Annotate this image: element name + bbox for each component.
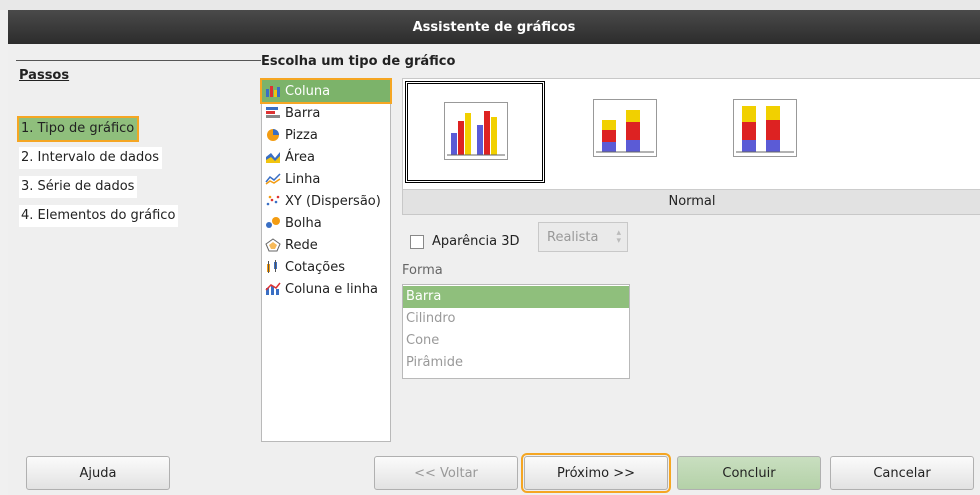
chart-type-label: XY (Dispersão): [285, 193, 381, 209]
variant-percent-stacked[interactable]: [693, 81, 833, 183]
shape-title: Forma: [402, 263, 443, 278]
variant-stacked[interactable]: [553, 81, 693, 183]
shape-item-bar[interactable]: Barra: [403, 286, 629, 308]
cancel-button[interactable]: Cancelar: [830, 456, 974, 490]
chart-type-label: Bolha: [285, 215, 322, 231]
chart-type-label: Área: [285, 149, 315, 165]
stacked-column-thumbnail: [593, 99, 657, 157]
step-chart-elements[interactable]: 4. Elementos do gráfico: [19, 205, 179, 227]
variant-name: Normal: [403, 189, 980, 214]
spin-arrows-icon: ▴ ▾: [616, 228, 621, 246]
pie-chart-icon: [267, 129, 279, 141]
normal-column-icon: [447, 111, 505, 156]
appearance-3d-label: Aparência 3D: [432, 234, 520, 249]
steps-title: Passos: [19, 68, 70, 83]
chart-type-area[interactable]: Área: [262, 146, 390, 168]
chart-type-scatter[interactable]: XY (Dispersão): [262, 190, 390, 212]
step-data-range[interactable]: 2. Intervalo de dados: [19, 147, 162, 169]
chart-type-bubble[interactable]: Bolha: [262, 212, 390, 234]
appearance-3d-style-value: Realista: [547, 229, 599, 245]
chart-type-list: Coluna Barra Pizza Área Linha XY (Disper…: [260, 78, 392, 442]
chart-type-title: Escolha um tipo de gráfico: [261, 54, 456, 69]
column-line-chart-icon: [265, 282, 281, 295]
scatter-chart-icon: [266, 195, 280, 206]
chart-type-label: Rede: [285, 237, 318, 253]
stacked-column-icon: [596, 110, 654, 153]
line-chart-icon: [265, 173, 281, 185]
shape-item-pyramid[interactable]: Pirâmide: [403, 352, 629, 374]
normal-column-thumbnail: [444, 102, 508, 160]
variant-normal[interactable]: [405, 81, 545, 183]
percent-stacked-column-icon: [736, 106, 794, 153]
chart-type-label: Barra: [285, 105, 321, 121]
appearance-3d-checkbox[interactable]: Aparência 3D: [410, 234, 520, 249]
step-data-series[interactable]: 3. Série de dados: [19, 176, 138, 198]
chart-type-label: Coluna: [285, 83, 331, 99]
dialog-titlebar: Assistente de gráficos: [8, 10, 980, 44]
chart-type-line[interactable]: Linha: [262, 168, 390, 190]
stock-chart-icon: [267, 260, 277, 273]
percent-stacked-column-thumbnail: [733, 99, 797, 157]
shape-item-cylinder[interactable]: Cilindro: [403, 308, 629, 330]
chart-type-pie[interactable]: Pizza: [262, 124, 390, 146]
chart-type-net[interactable]: Rede: [262, 234, 390, 256]
chart-type-column-line[interactable]: Coluna e linha: [262, 278, 390, 300]
top-strip: [0, 0, 980, 10]
dialog-title: Assistente de gráficos: [412, 19, 576, 35]
step-chart-type[interactable]: 1. Tipo de gráfico: [16, 116, 140, 142]
chart-type-label: Pizza: [285, 127, 318, 143]
finish-button[interactable]: Concluir: [677, 456, 821, 490]
shape-list: Barra Cilindro Cone Pirâmide: [402, 284, 630, 379]
back-button[interactable]: << Voltar: [374, 456, 518, 490]
chart-type-label: Coluna e linha: [285, 281, 379, 297]
shape-item-cone[interactable]: Cone: [403, 330, 629, 352]
chart-wizard-dialog: Passos 1. Tipo de gráfico 2. Intervalo d…: [8, 44, 980, 495]
area-chart-icon: [266, 152, 280, 163]
net-chart-icon: [265, 238, 281, 252]
next-button[interactable]: Próximo >>: [521, 453, 671, 493]
chart-type-stock[interactable]: Cotações: [262, 256, 390, 278]
appearance-3d-style-select[interactable]: Realista ▴ ▾: [538, 222, 628, 252]
chart-variant-panel: Normal: [402, 78, 980, 215]
chart-type-label: Cotações: [285, 259, 345, 275]
chart-type-label: Linha: [285, 171, 321, 187]
column-chart-icon: [266, 86, 280, 97]
steps-separator: [16, 60, 261, 61]
chart-type-column[interactable]: Coluna: [260, 78, 392, 104]
bar-chart-icon: [266, 107, 280, 118]
bubble-chart-icon: [266, 217, 280, 228]
checkbox-box[interactable]: [410, 234, 424, 249]
help-button[interactable]: Ajuda: [26, 456, 170, 490]
chart-type-bar[interactable]: Barra: [262, 102, 390, 124]
